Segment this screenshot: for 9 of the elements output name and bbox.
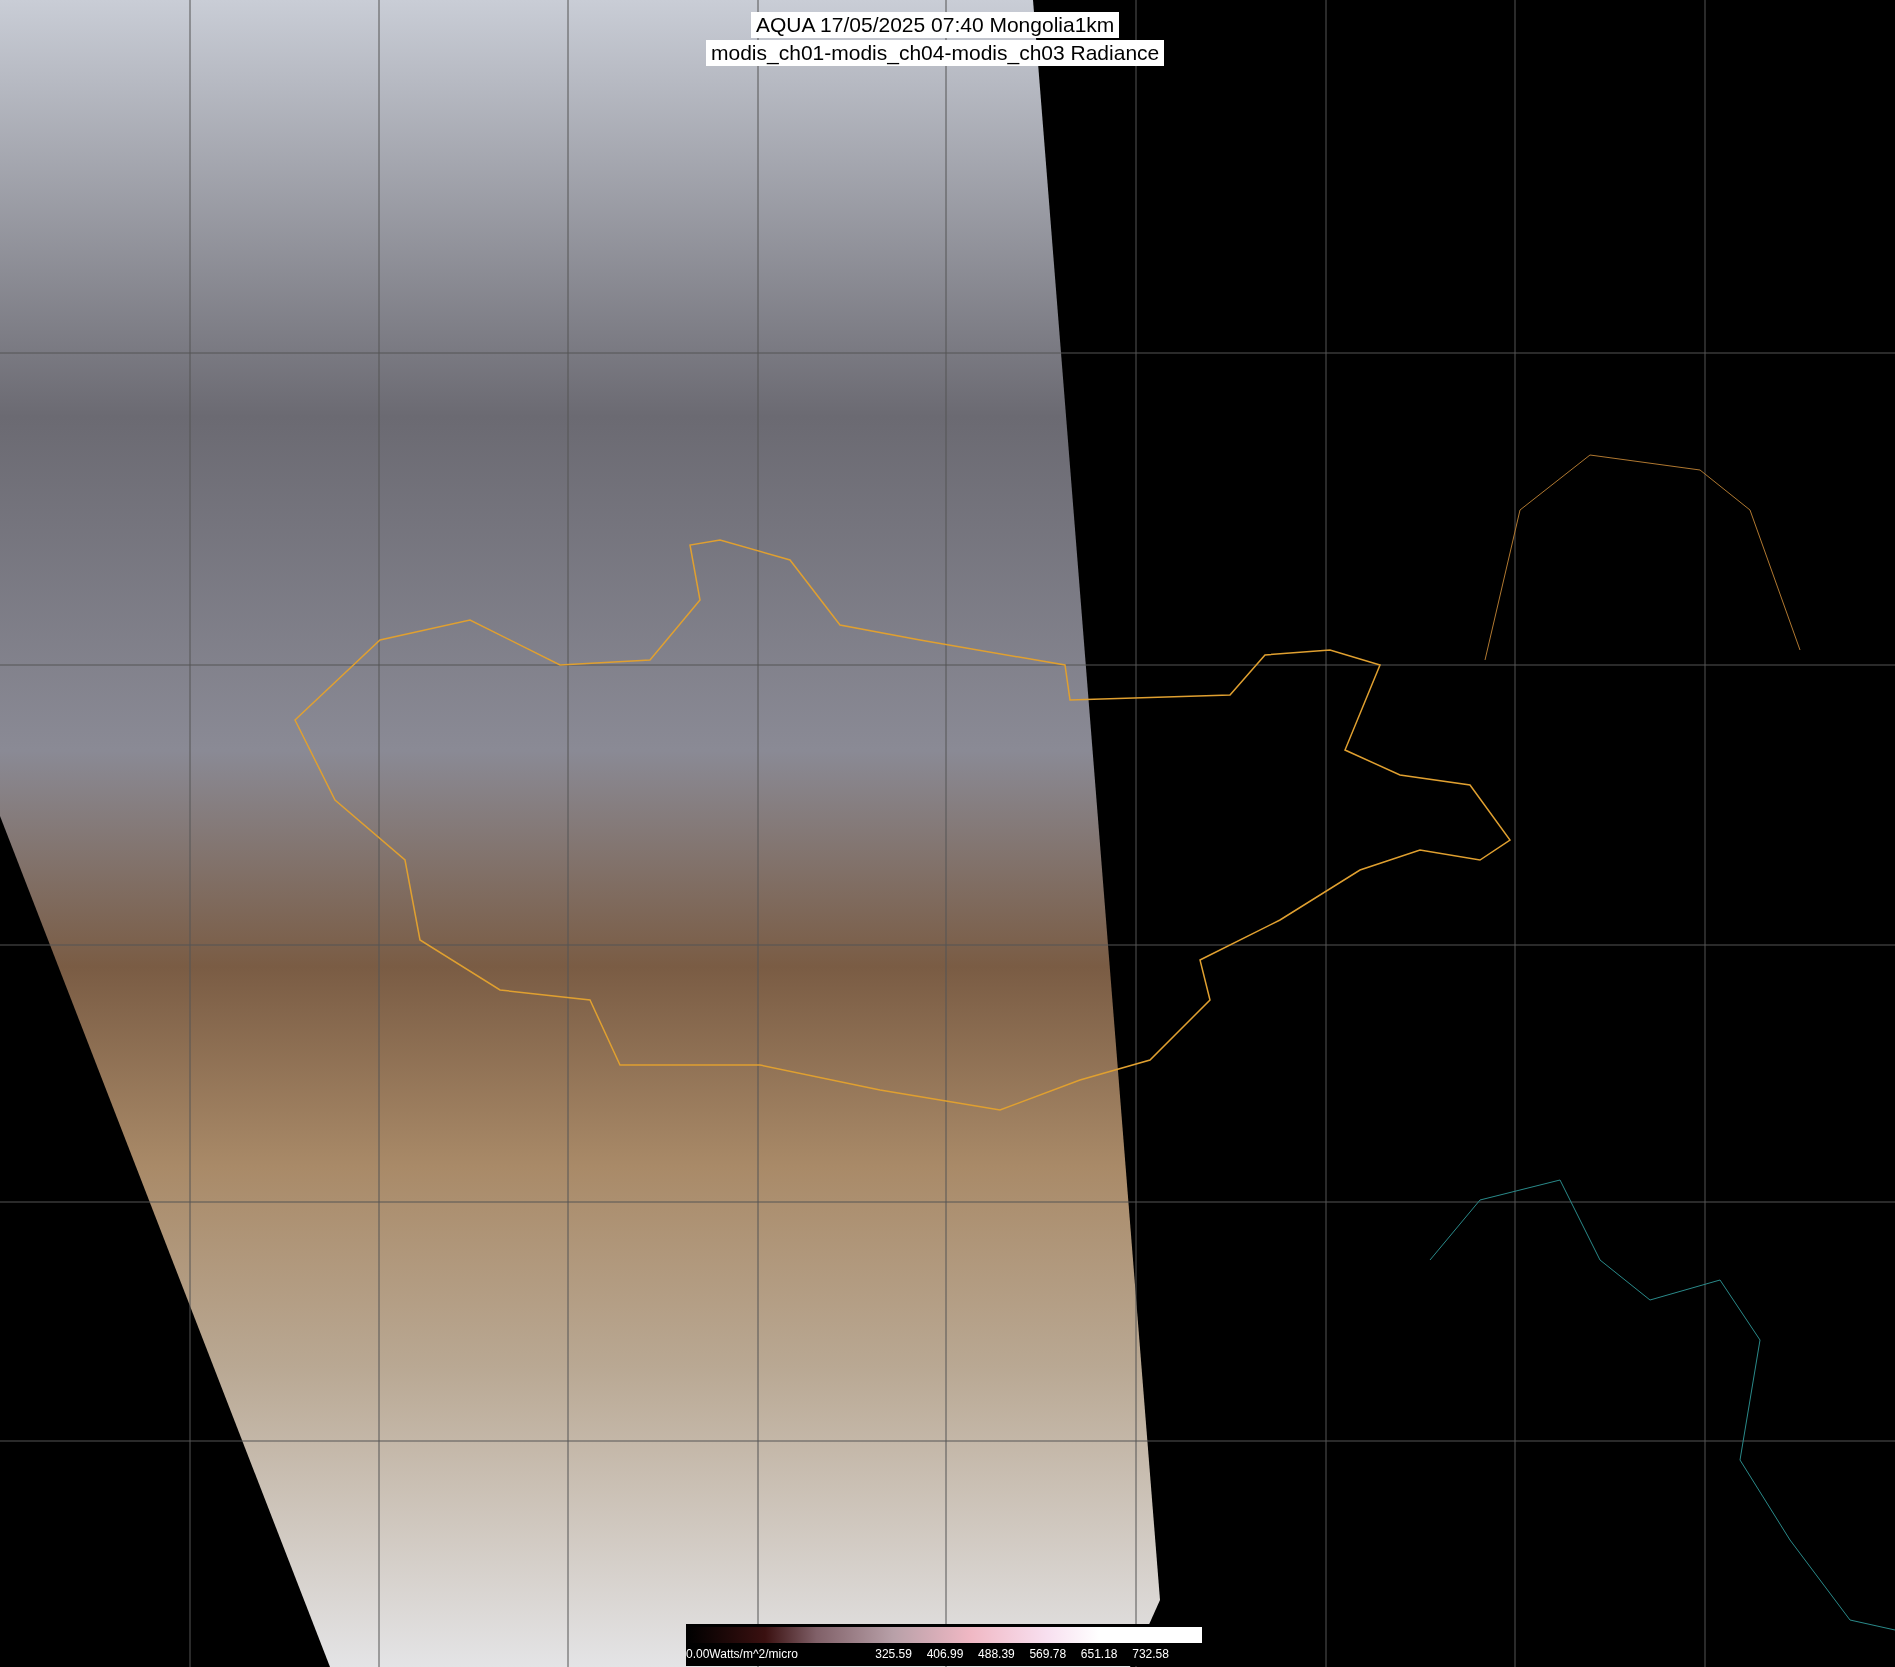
tick-label: 651.18 [1080,1646,1118,1662]
tick-label: 488.39 [978,1646,1015,1662]
image-title: AQUA 17/05/2025 07:40 Mongolia1km [750,12,1120,38]
tick-label: 325.59 [875,1646,912,1662]
tick-label: 406.99 [926,1646,964,1662]
tick-label: 569.78 [1029,1646,1067,1662]
image-title: modis_ch01-modis_ch04-modis_ch03 Radiance [706,40,1165,66]
tick-label: 732.58 [1132,1646,1169,1662]
unit-label: 0.00Watts/m^2/micro [686,1646,798,1662]
